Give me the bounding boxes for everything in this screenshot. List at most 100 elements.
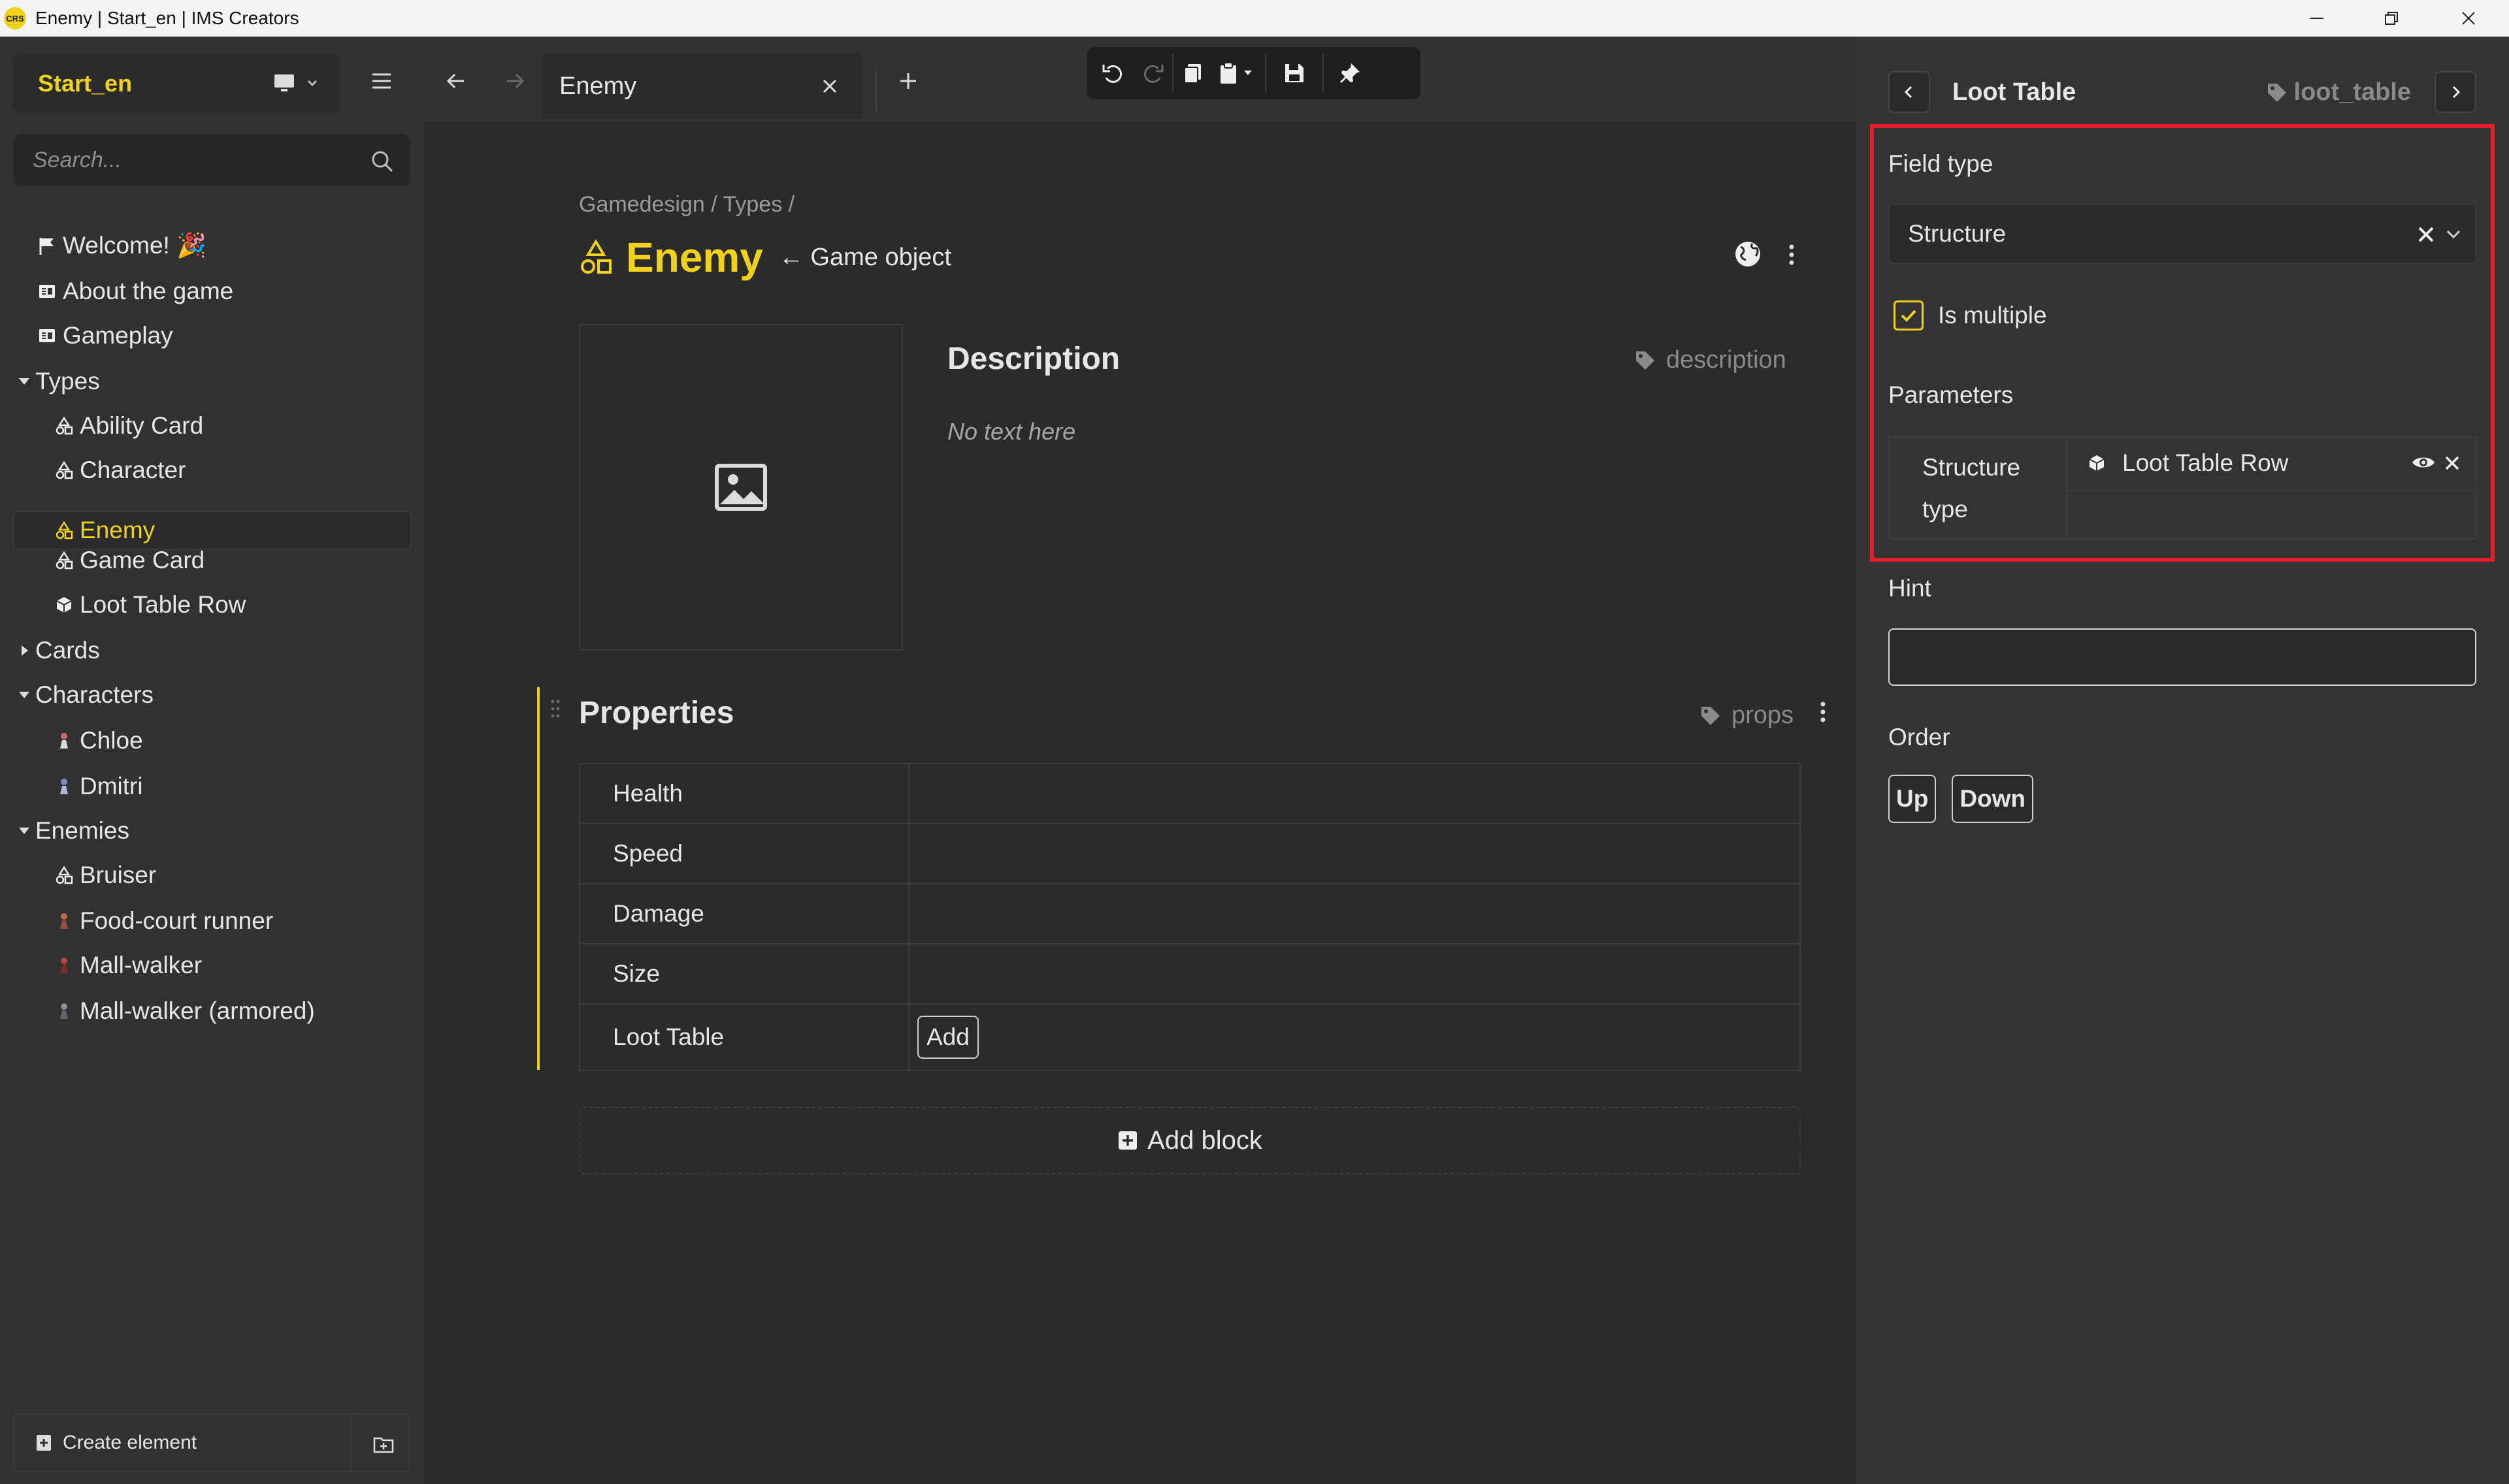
parent-type-link[interactable]: ← Game object <box>779 244 951 272</box>
property-value[interactable] <box>910 944 1799 1003</box>
breadcrumb[interactable]: Gamedesign / Types / <box>579 192 795 218</box>
tree-item-loot-table-row[interactable]: Loot Table Row <box>54 585 246 624</box>
search-field[interactable] <box>13 133 410 187</box>
tree-item-food-court-runner[interactable]: Food-court runner <box>54 901 273 941</box>
tree-item-bruiser[interactable]: Bruiser <box>54 856 156 895</box>
tree-folder-characters[interactable]: Characters <box>17 675 154 715</box>
field-key: loot_table <box>2265 78 2411 106</box>
property-name[interactable]: Speed <box>580 824 910 883</box>
property-value[interactable] <box>910 764 1799 823</box>
clipboard-icon <box>1221 62 1252 84</box>
order-label: Order <box>1888 724 1950 750</box>
structure-type-link[interactable]: Loot Table Row <box>2087 449 2288 477</box>
clear-selection-button[interactable] <box>2416 225 2436 244</box>
tree-item-mall-walker[interactable]: Mall-walker <box>54 946 202 985</box>
next-field-button[interactable] <box>2435 71 2476 113</box>
divider <box>350 1415 352 1471</box>
tag-icon <box>1636 351 1654 370</box>
tab-enemy[interactable]: Enemy <box>542 54 862 119</box>
divider <box>2067 490 2475 491</box>
arrow-right-icon <box>507 73 525 89</box>
drag-handle[interactable] <box>550 699 561 718</box>
is-multiple-checkbox[interactable]: Is multiple <box>1894 300 2047 331</box>
chevron-down-icon[interactable] <box>2445 227 2462 242</box>
copy-button[interactable] <box>1173 54 1213 93</box>
tree-item-ability-card[interactable]: Ability Card <box>54 406 203 445</box>
restore-icon <box>2385 12 2398 25</box>
forward-button[interactable] <box>503 69 527 93</box>
project-switcher[interactable]: Start_en <box>13 55 340 112</box>
property-name[interactable]: Loot Table <box>580 1005 910 1070</box>
drag-handle-icon <box>551 700 560 718</box>
move-up-button[interactable]: Up <box>1888 775 1937 823</box>
undo-button[interactable] <box>1094 54 1133 93</box>
flag-icon <box>37 235 57 256</box>
project-name: Start_en <box>38 70 133 97</box>
search-icon[interactable] <box>370 149 395 174</box>
save-button[interactable] <box>1266 54 1322 93</box>
tree-item-about-the-game[interactable]: About the game <box>37 272 233 311</box>
more-options-button[interactable] <box>1788 242 1796 268</box>
property-row-size: Size <box>580 944 1799 1005</box>
create-element-button[interactable]: Create element <box>63 1432 197 1454</box>
close-icon <box>2462 12 2475 25</box>
search-input[interactable] <box>14 135 409 186</box>
tree-item-chloe[interactable]: Chloe <box>54 721 143 760</box>
property-name[interactable]: Damage <box>580 884 910 943</box>
minimize-button[interactable] <box>2287 0 2347 37</box>
property-name[interactable]: Size <box>580 944 910 1003</box>
close-window-button[interactable] <box>2438 0 2499 37</box>
back-button[interactable] <box>444 69 468 93</box>
image-placeholder[interactable] <box>579 324 903 651</box>
view-structure-button[interactable] <box>2411 453 2436 472</box>
property-value[interactable] <box>910 884 1799 943</box>
window-title: Enemy | Start_en | IMS Creators <box>35 8 299 28</box>
tree-folder-cards[interactable]: Cards <box>17 631 100 670</box>
tree-item-mall-walker-armored[interactable]: Mall-walker (armored) <box>54 992 315 1031</box>
page-title: Enemy <box>626 234 763 281</box>
property-value: Add <box>910 1005 1799 1070</box>
language-button[interactable] <box>1733 239 1763 269</box>
previous-field-button[interactable] <box>1888 71 1930 113</box>
field-type-select[interactable]: Structure <box>1888 204 2476 264</box>
add-block-button[interactable]: Add block <box>579 1106 1801 1174</box>
tree-folder-enemies[interactable]: Enemies <box>17 811 129 850</box>
pin-button[interactable] <box>1324 54 1376 93</box>
description-empty-text[interactable]: No text here <box>947 418 1075 445</box>
tree-item-dmitri[interactable]: Dmitri <box>54 767 143 806</box>
parameters-table: Structure type Loot Table Row <box>1888 436 2476 540</box>
property-name[interactable]: Health <box>580 764 910 823</box>
image-icon <box>715 464 767 511</box>
create-folder-button[interactable] <box>372 1433 395 1455</box>
caret-down-icon <box>19 828 29 834</box>
restore-button[interactable] <box>2361 0 2421 37</box>
shapes-icon <box>54 460 74 481</box>
parameter-value: Loot Table Row <box>2067 438 2475 538</box>
character-sprite-icon <box>54 911 74 931</box>
hamburger-menu-button[interactable] <box>370 69 393 93</box>
tree-item-character[interactable]: Character <box>54 451 186 490</box>
property-value[interactable] <box>910 824 1799 883</box>
caret-down-icon <box>19 692 29 698</box>
shapes-icon <box>54 865 74 886</box>
redo-button[interactable] <box>1133 54 1172 93</box>
new-tab-button[interactable] <box>898 71 919 91</box>
move-down-button[interactable]: Down <box>1952 775 2034 823</box>
redo-icon <box>1143 65 1164 83</box>
tree-item-welcome[interactable]: Welcome! 🎉 <box>37 226 206 265</box>
description-key: description <box>1633 346 1786 374</box>
shapes-icon <box>54 550 74 571</box>
tree-folder-types[interactable]: Types <box>17 362 100 401</box>
arrow-left-icon <box>446 73 464 89</box>
add-loot-table-button[interactable]: Add <box>917 1016 979 1059</box>
close-tab-button[interactable] <box>821 77 839 95</box>
save-icon <box>1285 64 1304 82</box>
device-menu-button[interactable] <box>273 71 325 97</box>
order-controls: Up Down <box>1888 775 2034 823</box>
properties-more-button[interactable] <box>1819 699 1827 725</box>
tree-item-gameplay[interactable]: Gameplay <box>37 316 173 355</box>
hint-input[interactable] <box>1888 628 2476 686</box>
tree-item-game-card[interactable]: Game Card <box>54 541 205 580</box>
remove-structure-button[interactable] <box>2444 455 2461 472</box>
paste-button[interactable] <box>1213 54 1265 93</box>
